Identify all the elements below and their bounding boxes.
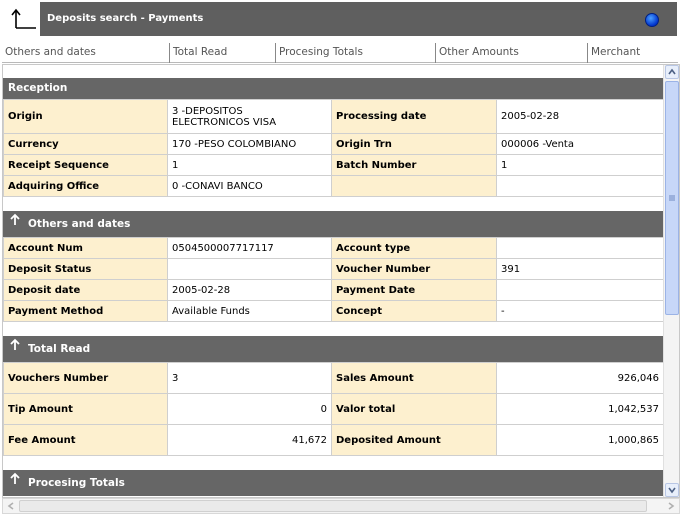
chevron-up-icon bbox=[668, 68, 676, 75]
table-row: Deposit Status Voucher Number 391 bbox=[3, 258, 664, 280]
fee-amount-value: 41,672 bbox=[167, 424, 332, 456]
batch-number-label: Batch Number bbox=[331, 154, 497, 176]
section-tabs: Others and dates Total Read Procesing To… bbox=[2, 43, 678, 63]
window-title-bar: Deposits search - Payments bbox=[40, 2, 677, 36]
payment-method-value: Available Funds bbox=[167, 300, 332, 322]
account-type-label: Account type bbox=[331, 237, 497, 259]
processing-date-label: Processing date bbox=[331, 99, 497, 134]
table-row: Receipt Sequence 1 Batch Number 1 bbox=[3, 154, 664, 176]
reception-header: Reception bbox=[3, 78, 663, 99]
valor-total-label: Valor total bbox=[331, 393, 497, 425]
processing-date-value: 2005-02-28 bbox=[496, 99, 664, 134]
total-read-header[interactable]: Total Read bbox=[3, 336, 663, 362]
procesing-totals-title: Procesing Totals bbox=[28, 477, 125, 489]
valor-total-value: 1,042,537 bbox=[496, 393, 664, 425]
origin-trn-value: 000006 -Venta bbox=[496, 133, 664, 155]
receipt-sequence-label: Receipt Sequence bbox=[3, 154, 168, 176]
horizontal-scrollbar[interactable] bbox=[2, 498, 680, 514]
vertical-scrollbar[interactable] bbox=[663, 65, 679, 497]
others-dates-table: Account Num 0504500007717117 Account typ… bbox=[3, 237, 664, 322]
others-dates-title: Others and dates bbox=[28, 218, 131, 230]
arrow-up-icon[interactable] bbox=[8, 472, 22, 486]
total-read-section: Total Read Vouchers Number 3 Sales Amoun… bbox=[3, 336, 664, 456]
chevron-down-icon bbox=[668, 487, 676, 494]
table-row: Tip Amount 0 Valor total 1,042,537 bbox=[3, 393, 664, 425]
table-row: Account Num 0504500007717117 Account typ… bbox=[3, 237, 664, 259]
table-row: Vouchers Number 3 Sales Amount 926,046 bbox=[3, 362, 664, 394]
fee-amount-label: Fee Amount bbox=[3, 424, 168, 456]
chevron-left-icon[interactable] bbox=[5, 500, 17, 512]
deposit-date-label: Deposit date bbox=[3, 279, 168, 301]
account-num-value: 0504500007717117 bbox=[167, 237, 332, 259]
origin-value-line2: ELECTRONICOS VISA bbox=[172, 116, 277, 128]
deposit-status-value bbox=[167, 258, 332, 280]
content-scroll-area[interactable]: Reception Origin 3 -DEPOSITOS ELECTRONIC… bbox=[2, 64, 680, 498]
account-type-value bbox=[496, 237, 664, 259]
arrow-up-icon[interactable] bbox=[8, 338, 22, 352]
procesing-totals-section: Procesing Totals bbox=[3, 470, 663, 496]
table-row: Currency 170 -PESO COLOMBIANO Origin Trn… bbox=[3, 133, 664, 155]
payment-date-value bbox=[496, 279, 664, 301]
batch-number-value: 1 bbox=[496, 154, 664, 176]
tip-amount-label: Tip Amount bbox=[3, 393, 168, 425]
origin-label: Origin bbox=[3, 99, 168, 134]
grip-icon bbox=[669, 195, 675, 201]
back-arrow-icon[interactable] bbox=[10, 8, 38, 32]
vertical-scroll-thumb[interactable] bbox=[665, 81, 679, 315]
tab-other-amounts[interactable]: Other Amounts bbox=[436, 43, 588, 63]
origin-trn-label: Origin Trn bbox=[331, 133, 497, 155]
table-row: Origin 3 -DEPOSITOS ELECTRONICOS VISA Pr… bbox=[3, 99, 664, 134]
origin-value: 3 -DEPOSITOS ELECTRONICOS VISA bbox=[167, 99, 332, 134]
account-num-label: Account Num bbox=[3, 237, 168, 259]
reception-table: Origin 3 -DEPOSITOS ELECTRONICOS VISA Pr… bbox=[3, 99, 664, 197]
sales-amount-label: Sales Amount bbox=[331, 362, 497, 394]
deposited-amount-value: 1,000,865 bbox=[496, 424, 664, 456]
table-row: Deposit date 2005-02-28 Payment Date bbox=[3, 279, 664, 301]
others-dates-section: Others and dates Account Num 05045000077… bbox=[3, 211, 664, 322]
currency-label: Currency bbox=[3, 133, 168, 155]
tab-others-and-dates[interactable]: Others and dates bbox=[2, 43, 170, 63]
content: Reception Origin 3 -DEPOSITOS ELECTRONIC… bbox=[3, 78, 664, 497]
origin-value-line1: 3 -DEPOSITOS bbox=[172, 105, 243, 117]
currency-value: 170 -PESO COLOMBIANO bbox=[167, 133, 332, 155]
total-read-table: Vouchers Number 3 Sales Amount 926,046 T… bbox=[3, 362, 664, 456]
sales-amount-value: 926,046 bbox=[496, 362, 664, 394]
empty-value-cell bbox=[496, 175, 664, 197]
table-row: Payment Method Available Funds Concept - bbox=[3, 300, 664, 322]
concept-value: - bbox=[496, 300, 664, 322]
payment-date-label: Payment Date bbox=[331, 279, 497, 301]
receipt-sequence-value: 1 bbox=[167, 154, 332, 176]
scroll-up-button[interactable] bbox=[665, 65, 679, 79]
adquiring-office-label: Adquiring Office bbox=[3, 175, 168, 197]
tip-amount-value: 0 bbox=[167, 393, 332, 425]
chevron-right-icon[interactable] bbox=[665, 500, 677, 512]
deposited-amount-label: Deposited Amount bbox=[331, 424, 497, 456]
reception-title: Reception bbox=[8, 82, 68, 94]
adquiring-office-value: 0 -CONAVI BANCO bbox=[167, 175, 332, 197]
horizontal-scroll-thumb[interactable] bbox=[19, 500, 647, 512]
blue-status-dot-icon bbox=[645, 13, 659, 27]
table-row: Adquiring Office 0 -CONAVI BANCO bbox=[3, 175, 664, 197]
voucher-number-value: 391 bbox=[496, 258, 664, 280]
vouchers-number-value: 3 bbox=[167, 362, 332, 394]
deposit-status-label: Deposit Status bbox=[3, 258, 168, 280]
total-read-title: Total Read bbox=[28, 343, 91, 355]
payment-method-label: Payment Method bbox=[3, 300, 168, 322]
vouchers-number-label: Vouchers Number bbox=[3, 362, 168, 394]
tab-total-read[interactable]: Total Read bbox=[170, 43, 276, 63]
empty-label-cell bbox=[331, 175, 497, 197]
reception-section: Reception Origin 3 -DEPOSITOS ELECTRONIC… bbox=[3, 78, 664, 197]
procesing-totals-header[interactable]: Procesing Totals bbox=[3, 470, 663, 496]
tab-procesing-totals[interactable]: Procesing Totals bbox=[276, 43, 436, 63]
arrow-up-icon[interactable] bbox=[8, 213, 22, 227]
table-row: Fee Amount 41,672 Deposited Amount 1,000… bbox=[3, 424, 664, 456]
concept-label: Concept bbox=[331, 300, 497, 322]
tab-merchant[interactable]: Merchant bbox=[588, 43, 678, 63]
voucher-number-label: Voucher Number bbox=[331, 258, 497, 280]
scroll-down-button[interactable] bbox=[665, 483, 679, 497]
deposit-date-value: 2005-02-28 bbox=[167, 279, 332, 301]
window-title: Deposits search - Payments bbox=[47, 13, 204, 24]
header: Deposits search - Payments bbox=[0, 0, 682, 38]
others-dates-header[interactable]: Others and dates bbox=[3, 211, 663, 237]
